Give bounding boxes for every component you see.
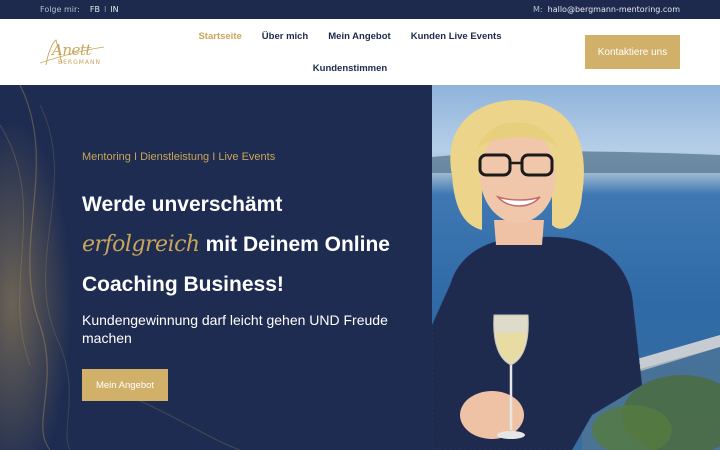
portrait-photo-image bbox=[432, 100, 720, 450]
site-logo[interactable]: Anett BERGMANN bbox=[38, 37, 108, 69]
instagram-link[interactable]: IN bbox=[110, 5, 118, 14]
headline-line-3: Coaching Business! bbox=[82, 265, 422, 305]
social-separator: I bbox=[103, 5, 107, 14]
headline-text-2: mit Deinem Online bbox=[205, 233, 390, 256]
hero-kicker: Mentoring I Dienstleistung I Live Events bbox=[82, 151, 276, 163]
hero-offer-button[interactable]: Mein Angebot bbox=[82, 369, 168, 401]
hero-subtitle: Kundengewinnung darf leicht gehen UND Fr… bbox=[82, 312, 388, 346]
contact-button[interactable]: Kontaktiere uns bbox=[585, 35, 680, 69]
contact-email: M: hallo@bergmann-mentoring.com bbox=[533, 5, 680, 14]
follow-label: Folge mir: bbox=[40, 5, 80, 14]
hero-section: Mentoring I Dienstleistung I Live Events… bbox=[0, 85, 432, 450]
mail-prefix: M: bbox=[533, 5, 543, 14]
headline-text-1: Werde unverschämt bbox=[82, 193, 283, 216]
main-nav: Startseite Über mich Mein Angebot Kunden… bbox=[185, 31, 515, 81]
nav-item-kunden-live-events[interactable]: Kunden Live Events bbox=[411, 31, 502, 50]
site-header: Anett BERGMANN Startseite Über mich Mein… bbox=[0, 19, 720, 85]
logo-caps: BERGMANN bbox=[58, 59, 101, 66]
nav-item-kundenstimmen[interactable]: Kundenstimmen bbox=[313, 63, 387, 82]
social-follow: Folge mir: FB I IN bbox=[40, 5, 119, 14]
headline-text-3: Coaching Business! bbox=[82, 273, 284, 296]
nav-item-startseite[interactable]: Startseite bbox=[198, 31, 241, 50]
hero-photo bbox=[432, 85, 720, 450]
headline-script-word: erfolgreich bbox=[82, 232, 200, 257]
headline-line-1: Werde unverschämt bbox=[82, 185, 422, 225]
nav-item-ueber-mich[interactable]: Über mich bbox=[262, 31, 308, 50]
nav-item-mein-angebot[interactable]: Mein Angebot bbox=[328, 31, 390, 50]
top-bar: Folge mir: FB I IN M: hallo@bergmann-men… bbox=[0, 0, 720, 19]
headline-line-2: erfolgreich mit Deinem Online bbox=[82, 225, 422, 265]
logo-script: Anett bbox=[52, 41, 91, 59]
hero-headline: Werde unverschämt erfolgreich mit Deinem… bbox=[82, 185, 422, 305]
facebook-link[interactable]: FB bbox=[90, 5, 100, 14]
email-link[interactable]: hallo@bergmann-mentoring.com bbox=[548, 5, 680, 14]
